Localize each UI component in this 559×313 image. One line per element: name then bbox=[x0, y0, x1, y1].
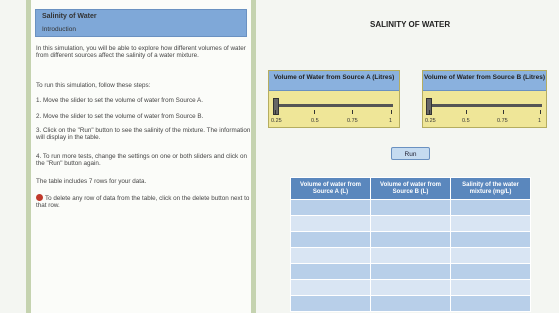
slider-b-tick-mark bbox=[466, 110, 467, 114]
slider-b-tick-mark bbox=[540, 110, 541, 114]
page-title: SALINITY OF WATER bbox=[370, 20, 451, 29]
delete-icon bbox=[36, 194, 43, 201]
table-cell bbox=[290, 247, 371, 264]
step-3: 3. Click on the "Run" button to see the … bbox=[36, 127, 251, 142]
table-cell bbox=[290, 199, 371, 216]
table-cell bbox=[450, 231, 531, 248]
col-salinity: Salinity of the water mixture (mg/L) bbox=[450, 177, 531, 200]
slider-b-panel: Volume of Water from Source B (Litres) bbox=[422, 70, 547, 128]
table-row bbox=[290, 231, 531, 248]
intro-header: Salinity of Water Introduction bbox=[35, 9, 247, 37]
table-cell bbox=[290, 215, 371, 232]
table-cell bbox=[370, 263, 451, 280]
table-cell bbox=[370, 247, 451, 264]
table-row bbox=[290, 263, 531, 280]
table-cell bbox=[290, 263, 371, 280]
delete-note-text: To delete any row of data from the table… bbox=[36, 195, 250, 210]
run-button[interactable]: Run bbox=[391, 147, 430, 160]
intro-paragraph: In this simulation, you will be able to … bbox=[36, 45, 246, 60]
col-source-b: Volume of water from Source B (L) bbox=[370, 177, 451, 200]
table-cell bbox=[450, 215, 531, 232]
slider-a-panel: Volume of Water from Source A (Litres) bbox=[268, 70, 400, 128]
table-row bbox=[290, 215, 531, 232]
table-cell bbox=[370, 279, 451, 296]
slider-b-track[interactable] bbox=[427, 104, 542, 107]
col-source-a: Volume of water from Source A (L) bbox=[290, 177, 371, 200]
slider-a-track[interactable] bbox=[273, 104, 393, 107]
step-1: 1. Move the slider to set the volume of … bbox=[36, 97, 203, 104]
slider-a-tick-label: 1 bbox=[389, 118, 393, 124]
table-cell bbox=[370, 295, 451, 312]
slider-a-handle[interactable] bbox=[273, 98, 279, 115]
slider-a-tick-label: 0.5 bbox=[311, 118, 319, 124]
slider-b-label: Volume of Water from Source B (Litres) bbox=[423, 71, 546, 91]
table-row bbox=[290, 247, 531, 264]
rows-note: The table includes 7 rows for your data. bbox=[36, 178, 147, 185]
slider-b-tick-label: 0.5 bbox=[462, 118, 470, 124]
slider-b-tick-label: 1 bbox=[538, 118, 542, 124]
table-header-row: Volume of water from Source A (L) Volume… bbox=[290, 177, 531, 200]
steps-lead: To run this simulation, follow these ste… bbox=[36, 82, 151, 89]
table-cell bbox=[450, 263, 531, 280]
table-row bbox=[290, 199, 531, 216]
delete-note: To delete any row of data from the table… bbox=[36, 194, 251, 209]
table-row bbox=[290, 279, 531, 296]
slider-b-tick-label: 0.75 bbox=[497, 118, 508, 124]
slider-b-tick-mark bbox=[429, 110, 430, 114]
table-cell bbox=[290, 295, 371, 312]
step-4: 4. To run more tests, change the setting… bbox=[36, 153, 247, 168]
table-cell bbox=[450, 199, 531, 216]
instructions-panel: Salinity of Water Introduction In this s… bbox=[26, 0, 256, 313]
slider-b-tick-mark bbox=[503, 110, 504, 114]
slider-a-tick-mark bbox=[391, 110, 392, 114]
intro-subtitle: Introduction bbox=[42, 26, 76, 33]
table-cell bbox=[450, 295, 531, 312]
step-2: 2. Move the slider to set the volume of … bbox=[36, 113, 204, 120]
slider-b-tick-label: 0.25 bbox=[425, 118, 436, 124]
table-cell bbox=[370, 199, 451, 216]
table-cell bbox=[450, 279, 531, 296]
slider-a-tick-mark bbox=[314, 110, 315, 114]
intro-title: Salinity of Water bbox=[42, 13, 97, 20]
slider-a-label: Volume of Water from Source A (Litres) bbox=[269, 71, 399, 91]
table-row bbox=[290, 295, 531, 312]
table-cell bbox=[370, 231, 451, 248]
table-cell bbox=[370, 215, 451, 232]
table-cell bbox=[290, 231, 371, 248]
slider-a-tick-label: 0.25 bbox=[271, 118, 282, 124]
slider-a-tick-mark bbox=[275, 110, 276, 114]
slider-a-tick-label: 0.75 bbox=[347, 118, 358, 124]
slider-a-tick-mark bbox=[352, 110, 353, 114]
table-cell bbox=[290, 279, 371, 296]
results-table: Volume of water from Source A (L) Volume… bbox=[290, 177, 531, 312]
table-cell bbox=[450, 247, 531, 264]
